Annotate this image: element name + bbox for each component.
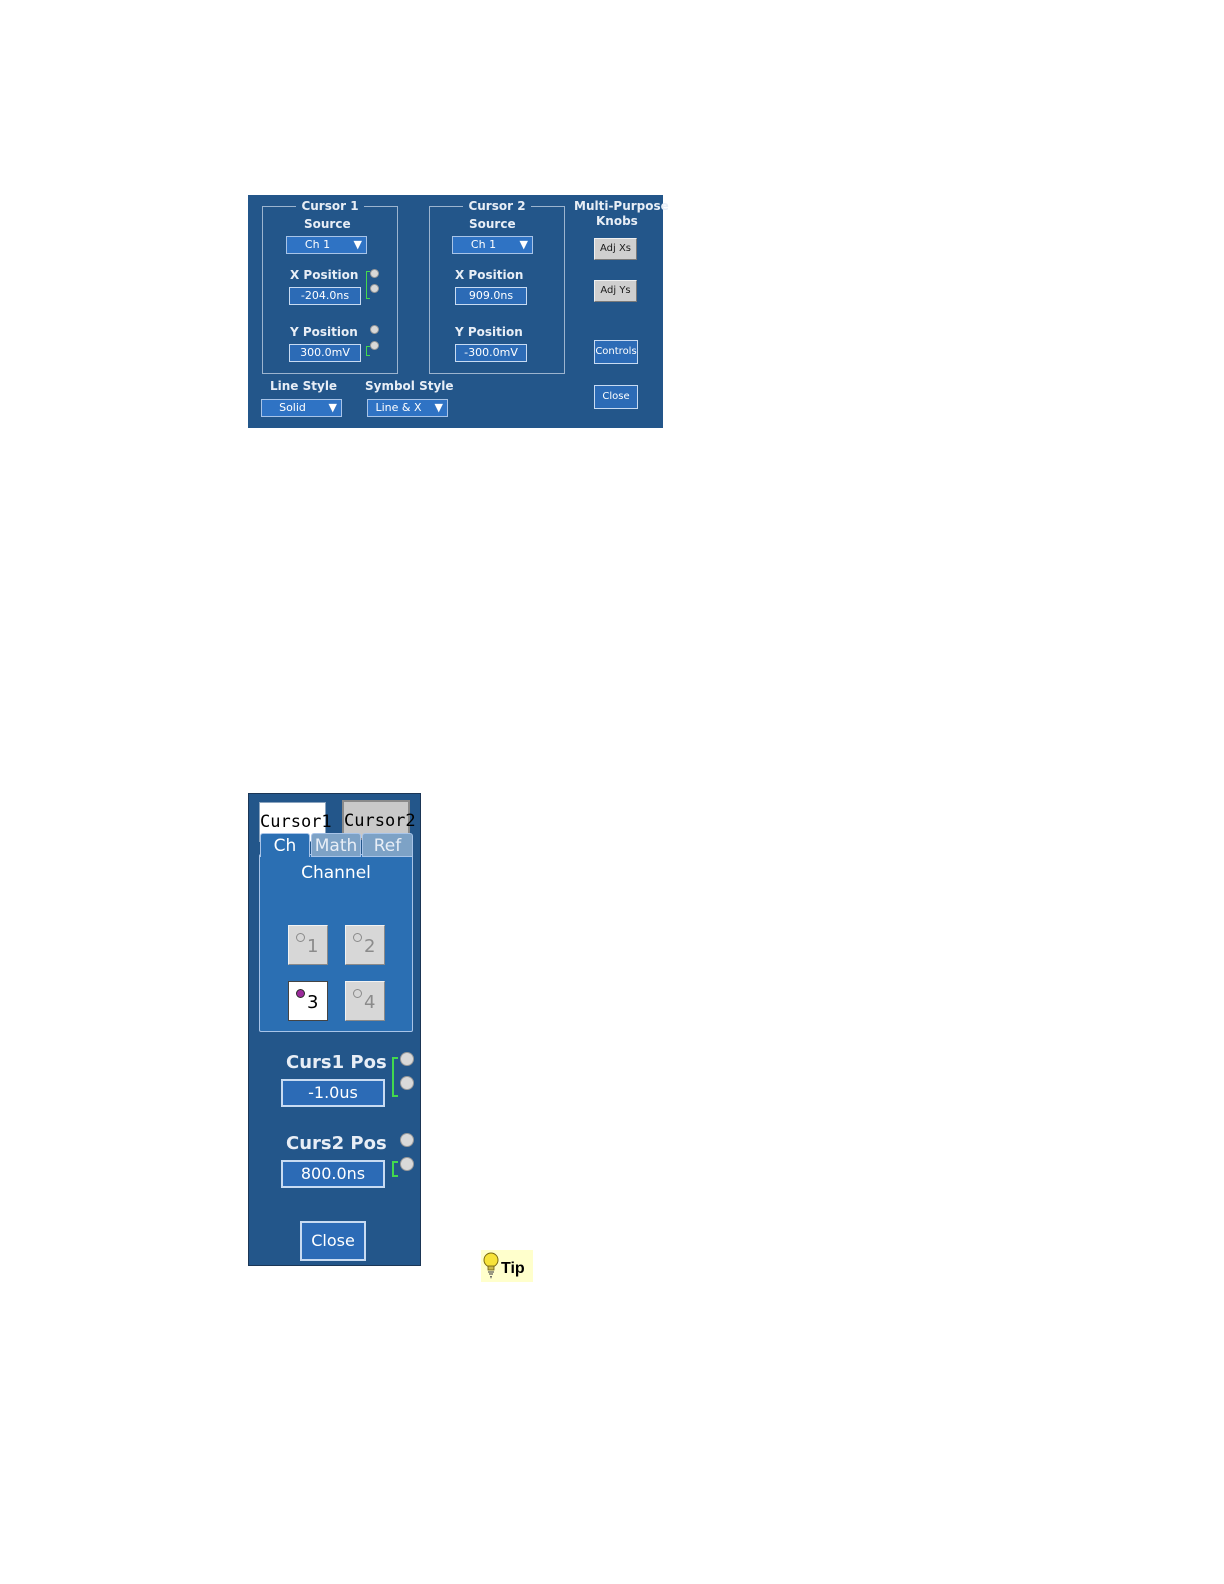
symbol-style-label: Symbol Style	[365, 379, 454, 393]
knob-b-icon	[400, 1076, 414, 1090]
curs2-pos-label: Curs2 Pos	[286, 1133, 387, 1154]
channel-number: 3	[307, 992, 319, 1013]
adj-ys-button[interactable]: Adj Ys	[594, 280, 637, 302]
adj-xs-button[interactable]: Adj Xs	[594, 238, 637, 260]
symbol-style-value: Line & X	[375, 401, 422, 414]
chevron-down-icon: ▼	[328, 401, 337, 414]
channel-label: Channel	[301, 863, 371, 883]
channel-indicator-icon	[296, 933, 305, 942]
tip-label: Tip	[501, 1260, 525, 1277]
curs1-pos-label: Curs1 Pos	[286, 1052, 387, 1073]
cursor1-source-value: Ch 1	[304, 238, 331, 251]
line-style-value: Solid	[279, 401, 306, 414]
channel-number: 4	[364, 992, 376, 1013]
line-style-label: Line Style	[270, 379, 338, 393]
symbol-style-dropdown[interactable]: Line & X ▼	[367, 399, 448, 417]
cursor1-source-label: Source	[304, 217, 351, 231]
cursor1-y-position-field[interactable]: 300.0mV	[289, 344, 361, 362]
cursor1-y-position-label: Y Position	[290, 325, 358, 339]
knob-link-indicator-icon	[392, 1161, 398, 1177]
multipurpose-knobs-title: Multi-Purpose	[574, 199, 669, 213]
cursor1-source-dropdown[interactable]: Ch 1 ▼	[286, 236, 367, 254]
tab-ch[interactable]: Ch	[260, 833, 310, 857]
chevron-down-icon: ▼	[434, 401, 443, 414]
knob-a-icon	[400, 1133, 414, 1147]
source-tab-panel: Ch Math Ref Channel 1 2 3 4	[259, 833, 413, 1032]
knob-a-icon	[370, 325, 379, 334]
tab-math[interactable]: Math	[311, 833, 361, 857]
channel-1-button[interactable]: 1	[288, 925, 328, 965]
chevron-down-icon: ▼	[353, 238, 362, 251]
cursor2-y-position-field[interactable]: -300.0mV	[455, 344, 527, 362]
knob-b-icon	[400, 1157, 414, 1171]
cursor2-x-position-field[interactable]: 909.0ns	[455, 287, 527, 305]
knob-a-icon	[370, 269, 379, 278]
close-button[interactable]: Close	[300, 1221, 366, 1261]
curs1-pos-field[interactable]: -1.0us	[281, 1079, 385, 1107]
cursor-setup-panel: Cursor 1 Source Ch 1 ▼ X Position -204.0…	[248, 195, 669, 428]
cursor-source-panel: Cursor1 Cursor2 Ch Math Ref Channel 1 2 …	[248, 793, 421, 1266]
cursor2-title: Cursor 2	[463, 199, 531, 213]
knob-b-icon	[370, 284, 379, 293]
curs2-pos-field[interactable]: 800.0ns	[281, 1160, 385, 1188]
tip-badge: Tip	[481, 1250, 533, 1282]
channel-number: 2	[364, 936, 376, 957]
channel-number: 1	[307, 936, 319, 957]
channel-4-button[interactable]: 4	[345, 981, 385, 1021]
controls-button[interactable]: Controls	[594, 340, 638, 364]
cursor1-x-position-label: X Position	[290, 268, 359, 282]
channel-indicator-icon	[353, 933, 362, 942]
cursor2-source-value: Ch 1	[470, 238, 497, 251]
lightbulb-icon	[483, 1252, 499, 1279]
cursor2-source-label: Source	[469, 217, 516, 231]
cursor2-y-position-label: Y Position	[455, 325, 523, 339]
line-style-dropdown[interactable]: Solid ▼	[261, 399, 342, 417]
knob-a-icon	[400, 1052, 414, 1066]
knob-link-indicator-icon	[366, 346, 370, 356]
cursor1-title: Cursor 1	[296, 199, 364, 213]
chevron-down-icon: ▼	[519, 238, 528, 251]
knob-b-icon	[370, 341, 379, 350]
multipurpose-knobs-subtitle: Knobs	[596, 214, 638, 228]
channel-indicator-icon	[296, 989, 305, 998]
cursor1-x-position-field[interactable]: -204.0ns	[289, 287, 361, 305]
channel-indicator-icon	[353, 989, 362, 998]
cursor2-x-position-label: X Position	[455, 268, 524, 282]
close-button[interactable]: Close	[594, 385, 638, 409]
cursor2-source-dropdown[interactable]: Ch 1 ▼	[452, 236, 533, 254]
channel-3-button[interactable]: 3	[288, 981, 328, 1021]
channel-2-button[interactable]: 2	[345, 925, 385, 965]
knob-link-indicator-icon	[392, 1057, 398, 1097]
tab-ref[interactable]: Ref	[362, 833, 413, 857]
